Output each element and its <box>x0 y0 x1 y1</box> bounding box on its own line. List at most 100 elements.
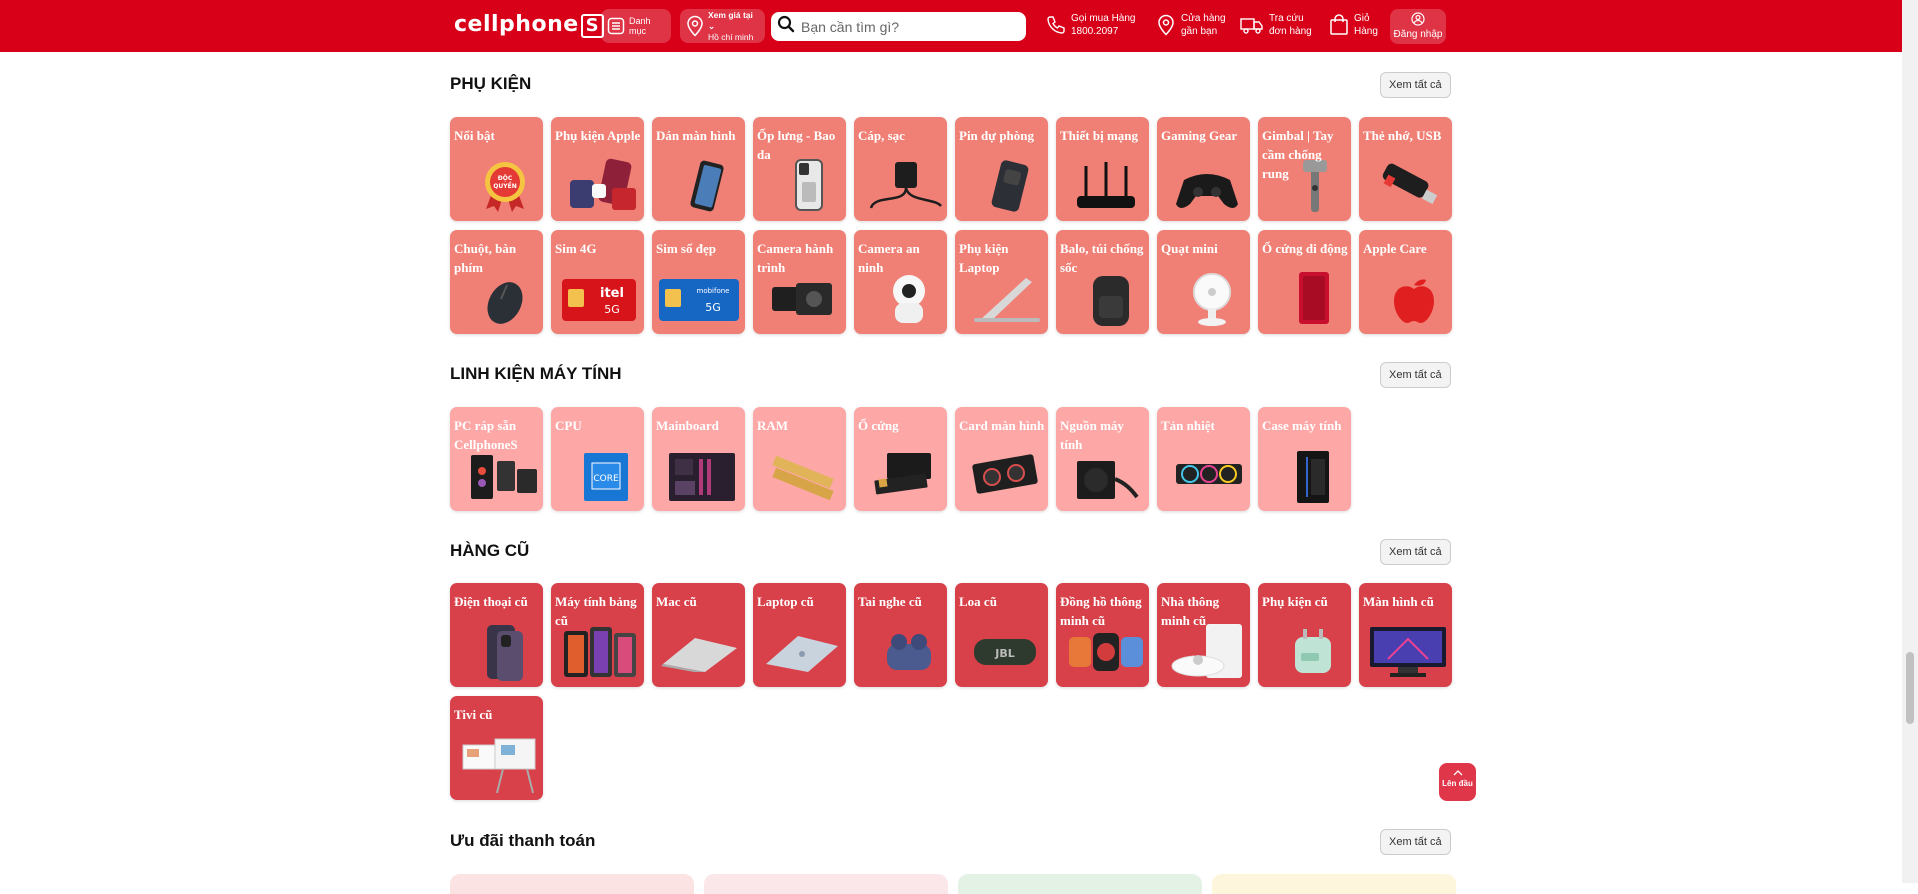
view-all-pc-parts-button[interactable]: Xem tất cả <box>1380 362 1451 388</box>
category-tile[interactable]: CPU CORE <box>551 407 644 511</box>
badge-icon: ĐỘC QUYỀN <box>475 158 535 213</box>
category-tile[interactable]: Nhà thông minh cũ <box>1157 583 1250 687</box>
category-label: Nhà thông minh cũ <box>1161 594 1220 628</box>
category-tile[interactable]: Camera hành trình <box>753 230 846 334</box>
laptop-stand-icon <box>970 271 1044 326</box>
category-tile[interactable]: Dán màn hình <box>652 117 745 221</box>
category-tile[interactable]: PC ráp sẵn CellphoneS <box>450 407 543 511</box>
category-tile[interactable]: Tivi cũ <box>450 696 543 800</box>
category-label: Case máy tính <box>1262 418 1342 433</box>
category-label: Đồng hồ thông minh cũ <box>1060 594 1142 628</box>
category-tile[interactable]: Ổ cứng di động <box>1258 230 1351 334</box>
category-label: Balo, túi chống sốc <box>1060 241 1144 275</box>
location-selector[interactable]: Xem giá tại ⌄ Hồ chí minh <box>680 9 765 43</box>
category-menu-button[interactable]: Danh mục <box>601 9 671 43</box>
smartwatch-icon <box>1065 624 1145 679</box>
category-label: Camera an ninh <box>858 241 920 275</box>
cooler-icon <box>1172 448 1246 503</box>
cellphones-logo[interactable]: cellphone S <box>454 12 605 38</box>
phone-icon <box>1045 12 1067 38</box>
category-tile[interactable]: Card màn hình <box>955 407 1048 511</box>
category-tile[interactable]: Quạt mini <box>1157 230 1250 334</box>
cart-label-1: Giỏ <box>1354 13 1370 24</box>
cart-link[interactable]: Giỏ Hàng <box>1328 12 1378 38</box>
category-tile[interactable]: Tản nhiệt <box>1157 407 1250 511</box>
category-tile[interactable]: Apple Care <box>1359 230 1452 334</box>
payment-offer-card[interactable] <box>958 874 1202 894</box>
sim-mobifone-icon: mobifone 5G <box>657 271 741 326</box>
category-tile[interactable]: Đồng hồ thông minh cũ <box>1056 583 1149 687</box>
category-label: Thiết bị mạng <box>1060 128 1139 143</box>
category-tile[interactable]: Nổi bật ĐỘC QUYỀN <box>450 117 543 221</box>
cpu-icon: CORE <box>576 448 636 503</box>
category-tile[interactable]: Mainboard <box>652 407 745 511</box>
view-all-accessories-button[interactable]: Xem tất cả <box>1380 72 1451 98</box>
portable-drive-icon <box>1283 271 1343 326</box>
category-tile[interactable]: Loa cũ JBL <box>955 583 1048 687</box>
category-label: RAM <box>757 418 789 433</box>
category-tile[interactable]: Cáp, sạc <box>854 117 947 221</box>
scrollbar-thumb[interactable] <box>1906 652 1914 724</box>
category-tile[interactable]: Phụ kiện Apple <box>551 117 644 221</box>
view-all-payment-button[interactable]: Xem tất cả <box>1380 829 1451 855</box>
store-locator-link[interactable]: Cửa hàng gần bạn <box>1155 12 1226 38</box>
category-tile[interactable]: Ốp lưng - Bao da <box>753 117 846 221</box>
category-tile[interactable]: Laptop cũ <box>753 583 846 687</box>
category-label: Mainboard <box>656 418 719 433</box>
logo-text: cellphone <box>454 12 579 37</box>
category-tile[interactable]: Nguồn máy tính <box>1056 407 1149 511</box>
login-button[interactable]: Đăng nhập <box>1390 9 1446 44</box>
store-label-2: gần bạn <box>1181 26 1218 37</box>
category-label: Pin dự phòng <box>959 128 1035 143</box>
category-tile[interactable]: Gaming Gear <box>1157 117 1250 221</box>
payment-offer-card[interactable] <box>450 874 694 894</box>
category-label: Ốp lưng - Bao da <box>757 128 836 162</box>
category-label: Gaming Gear <box>1161 128 1238 143</box>
category-tile[interactable]: Phụ kiện cũ <box>1258 583 1351 687</box>
view-all-used-button[interactable]: Xem tất cả <box>1380 539 1451 565</box>
page-scrollbar[interactable] <box>1902 0 1918 883</box>
category-label: Tai nghe cũ <box>858 594 922 609</box>
category-tile[interactable]: Thiết bị mạng <box>1056 117 1149 221</box>
category-tile[interactable]: RAM <box>753 407 846 511</box>
category-tile[interactable]: Chuột, bàn phím <box>450 230 543 334</box>
category-tile[interactable]: Phụ kiện Laptop <box>955 230 1048 334</box>
search-icon <box>777 15 795 38</box>
category-tile[interactable]: Camera an ninh <box>854 230 947 334</box>
category-tile[interactable]: Gimbal | Tay cầm chống rung <box>1258 117 1351 221</box>
speaker-icon: JBL <box>970 624 1040 679</box>
back-to-top-button[interactable]: Lên đầu <box>1439 763 1476 801</box>
category-tile[interactable]: Mac cũ <box>652 583 745 687</box>
category-tile[interactable]: Máy tính bảng cũ <box>551 583 644 687</box>
payment-offer-card[interactable] <box>704 874 948 894</box>
hotline-link[interactable]: Gọi mua Hàng 1800.2097 <box>1045 12 1135 38</box>
gpu-icon <box>970 448 1040 503</box>
order-tracking-link[interactable]: Tra cứu đơn hàng <box>1239 12 1312 38</box>
category-tile[interactable]: Điện thoại cũ <box>450 583 543 687</box>
category-tile[interactable]: Thẻ nhớ, USB <box>1359 117 1452 221</box>
store-label-1: Cửa hàng <box>1181 13 1226 24</box>
menu-icon <box>607 17 625 35</box>
apple-logo-icon <box>1384 271 1444 326</box>
category-label: Loa cũ <box>959 594 997 609</box>
5g-text: 5G <box>705 301 721 314</box>
category-tile[interactable]: Màn hình cũ <box>1359 583 1452 687</box>
category-label: Màn hình cũ <box>1363 594 1434 609</box>
category-label: Máy tính bảng cũ <box>555 594 637 628</box>
search-box[interactable] <box>771 12 1026 41</box>
5g-text: 5G <box>604 303 620 316</box>
category-tile[interactable]: Case máy tính <box>1258 407 1351 511</box>
category-tile[interactable]: Ổ cứng <box>854 407 947 511</box>
jbl-brand-text: JBL <box>994 647 1015 660</box>
payment-offer-card[interactable] <box>1212 874 1456 894</box>
category-tile[interactable]: Pin dự phòng <box>955 117 1048 221</box>
category-label: Quạt mini <box>1161 241 1218 256</box>
monitor-icon <box>1368 624 1448 679</box>
category-tile[interactable]: Sim 4G itel 5G <box>551 230 644 334</box>
category-tile[interactable]: Sim số đẹp mobifone 5G <box>652 230 745 334</box>
category-tile[interactable]: Balo, túi chống sốc <box>1056 230 1149 334</box>
cpu-brand-text: CORE <box>593 474 619 484</box>
category-label: Tivi cũ <box>454 707 493 722</box>
category-tile[interactable]: Tai nghe cũ <box>854 583 947 687</box>
search-input[interactable] <box>801 18 1011 35</box>
